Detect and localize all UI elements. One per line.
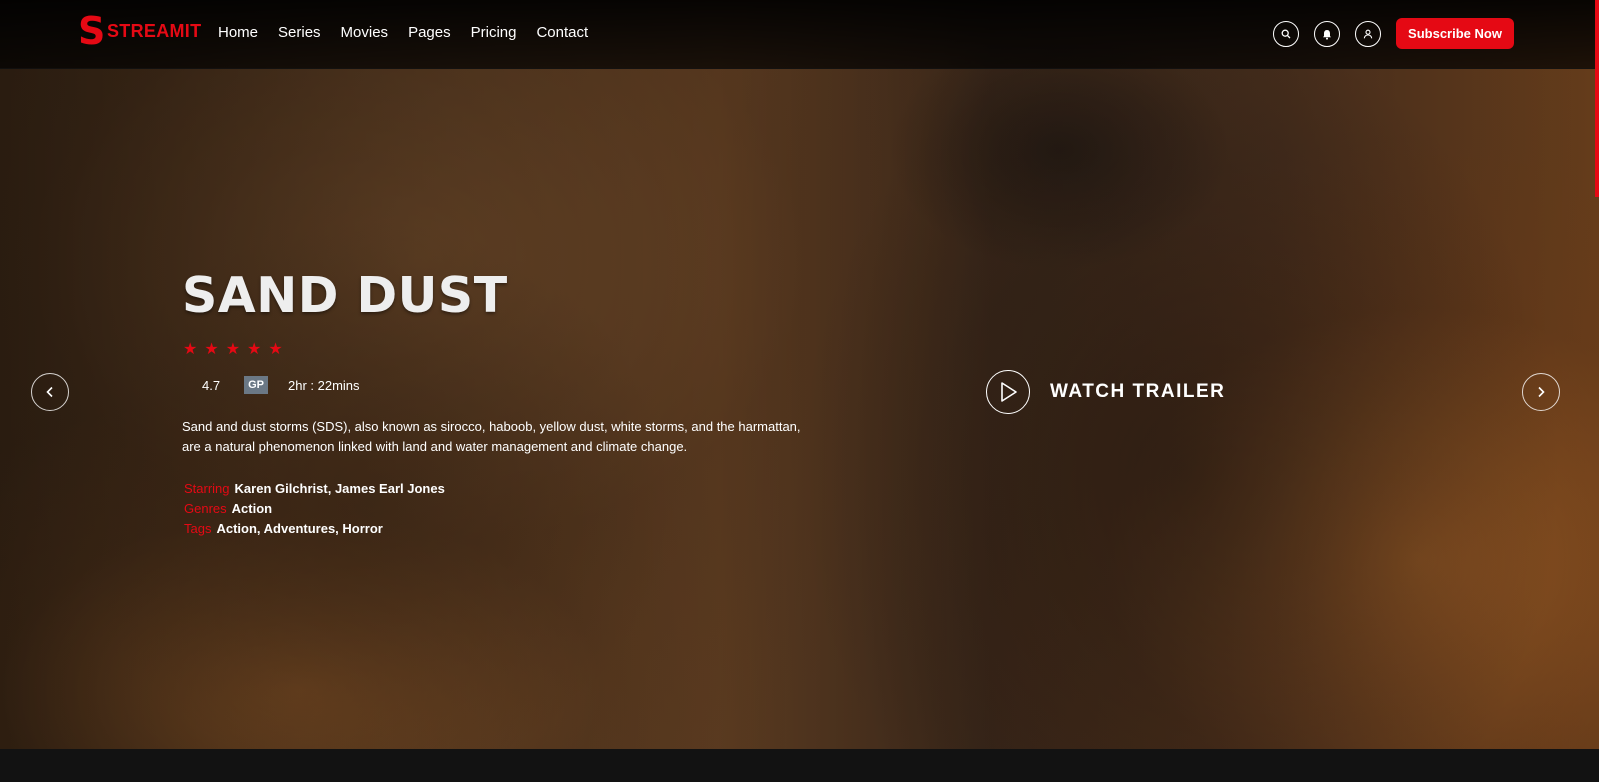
notifications-button[interactable] (1314, 21, 1340, 47)
bottom-section (0, 749, 1599, 782)
starring-row: Starring Karen Gilchrist, James Earl Jone… (184, 481, 445, 496)
chevron-right-icon (1538, 386, 1545, 398)
play-button[interactable] (986, 370, 1030, 414)
genres-row: Genres Action (184, 501, 272, 516)
genres-value: Action (231, 501, 273, 516)
movie-description: Sand and dust storms (SDS), also known a… (182, 419, 801, 454)
main-nav: Home Series Movies Pages Pricing Contact (218, 24, 608, 41)
bell-icon (1323, 29, 1331, 40)
nav-pages[interactable]: Pages (408, 24, 451, 41)
rating-value: 4.7 (202, 377, 221, 393)
movie-meta: 4.7 GP 2hr : 22mins (202, 376, 360, 394)
search-button[interactable] (1273, 21, 1299, 47)
genres-label: Genres (184, 501, 227, 516)
slider-prev-button[interactable] (31, 373, 69, 411)
play-icon (1001, 382, 1017, 402)
slider-next-button[interactable] (1522, 373, 1560, 411)
subscribe-button[interactable]: Subscribe Now (1396, 18, 1514, 49)
hero-banner (0, 0, 1599, 749)
tags-row: Tags Action, Adventures, Horror (184, 521, 383, 536)
star-icon: ★ (225, 341, 241, 358)
duration: 2hr : 22mins (287, 377, 360, 393)
starring-label: Starring (184, 481, 230, 496)
hero-overlay (0, 0, 1599, 749)
nav-contact[interactable]: Contact (536, 24, 588, 41)
scrollbar[interactable] (1595, 0, 1599, 197)
movie-title: SAND DUST (182, 267, 508, 324)
chevron-left-icon (46, 386, 53, 398)
star-rating: ★ ★ ★ ★ ★ (183, 342, 290, 358)
logo[interactable]: S STREAMIT (78, 9, 202, 53)
nav-home[interactable]: Home (218, 24, 258, 41)
star-icon: ★ (204, 341, 219, 358)
logo-text: STREAMIT (107, 20, 202, 41)
site-header: S STREAMIT Home Series Movies Pages Pric… (0, 0, 1599, 69)
nav-series[interactable]: Series (278, 24, 321, 41)
star-icon: ★ (268, 341, 283, 358)
nav-pricing[interactable]: Pricing (471, 24, 517, 41)
starring-value: Karen Gilchrist, James Earl Jones (234, 481, 445, 496)
tags-label: Tags (184, 521, 212, 536)
watch-trailer-button[interactable]: WATCH TRAILER (986, 370, 1225, 414)
star-icon: ★ (183, 341, 198, 358)
account-button[interactable] (1355, 21, 1381, 47)
user-icon (1363, 29, 1373, 39)
watch-trailer-label: WATCH TRAILER (1050, 381, 1226, 402)
star-icon: ★ (247, 341, 262, 358)
age-rating-badge: GP (244, 376, 268, 394)
logo-mark: S (78, 9, 106, 53)
tags-value: Action, Adventures, Horror (216, 521, 383, 536)
nav-movies[interactable]: Movies (341, 24, 389, 41)
search-icon (1281, 29, 1291, 39)
